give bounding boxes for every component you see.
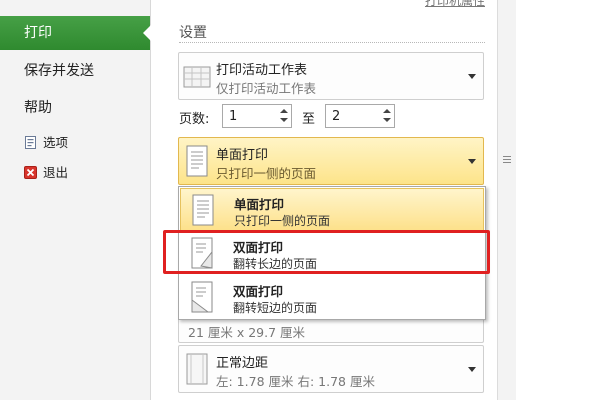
sidebar-item-options[interactable]: 选项 (24, 133, 68, 153)
sidebar-item-label: 保存并发送 (24, 63, 94, 79)
panel-splitter[interactable] (497, 0, 517, 400)
duplex-dropdown[interactable]: 单面打印 只打印一侧的页面 (178, 137, 484, 185)
page-to-stepper[interactable] (325, 104, 395, 128)
settings-heading: 设置 (179, 25, 207, 41)
page-to-input[interactable] (326, 105, 378, 126)
spinner-buttons[interactable] (380, 105, 394, 127)
annotation-highlight-box (163, 230, 490, 274)
option-subtitle: 翻转短边的页面 (233, 301, 318, 315)
spin-down-icon[interactable] (383, 118, 391, 122)
options-label: 选项 (43, 135, 69, 150)
sidebar-item-label: 帮助 (24, 100, 52, 116)
option-subtitle: 只打印一侧的页面 (234, 214, 331, 228)
duplex-title: 单面打印 (216, 148, 269, 163)
margins-subtitle: 左: 1.78 厘米 右: 1.78 厘米 (216, 374, 375, 389)
margins-dropdown[interactable]: 正常边距 左: 1.78 厘米 右: 1.78 厘米 (178, 345, 484, 393)
chevron-down-icon (468, 159, 476, 164)
option-title: 双面打印 (233, 284, 284, 299)
margins-title: 正常边距 (216, 356, 269, 371)
exit-icon (24, 165, 37, 179)
print-scope-dropdown[interactable]: 打印活动工作表 仅打印活动工作表 (178, 52, 484, 100)
chevron-down-icon (468, 74, 476, 79)
paper-size-subtitle: 21 厘米 x 29.7 厘米 (188, 325, 306, 340)
sidebar-item-help[interactable]: 帮助 (0, 91, 150, 125)
spin-up-icon[interactable] (383, 109, 391, 113)
duplex-option-one-sided[interactable]: 单面打印 只打印一侧的页面 (180, 188, 484, 231)
options-icon (24, 135, 37, 149)
margins-icon (186, 353, 208, 385)
duplex-option-short-edge[interactable]: 双面打印 翻转短边的页面 (180, 276, 484, 319)
sidebar-item-save-send[interactable]: 保存并发送 (0, 54, 150, 88)
option-title: 单面打印 (234, 197, 285, 212)
spin-down-icon[interactable] (280, 118, 288, 122)
one-sided-page-icon (186, 145, 208, 177)
pages-label: 页数: (179, 112, 210, 127)
one-sided-page-icon (192, 194, 214, 226)
section-divider (179, 42, 485, 43)
print-scope-title: 打印活动工作表 (216, 63, 308, 78)
printer-properties-link[interactable]: 打印机属性 (425, 0, 485, 9)
page-to-label: 至 (302, 112, 316, 127)
page-from-stepper[interactable] (222, 104, 292, 128)
spinner-buttons[interactable] (277, 105, 291, 127)
worksheet-icon (183, 66, 211, 88)
sidebar-item-label: 打印 (24, 25, 52, 41)
page-from-input[interactable] (223, 105, 275, 126)
sidebar-item-print[interactable]: 打印 (0, 16, 151, 50)
spin-up-icon[interactable] (280, 109, 288, 113)
splitter-grip-icon[interactable] (503, 156, 511, 165)
flip-short-edge-icon (191, 281, 213, 313)
backstage-sidebar: 打印 保存并发送 帮助 选项 退出 (0, 0, 151, 400)
exit-label: 退出 (43, 165, 69, 180)
print-preview-area (516, 0, 603, 400)
print-scope-subtitle: 仅打印活动工作表 (216, 81, 317, 96)
chevron-down-icon (468, 367, 476, 372)
sidebar-item-exit[interactable]: 退出 (24, 163, 68, 183)
duplex-subtitle: 只打印一侧的页面 (216, 166, 317, 181)
print-settings-panel: 打印机属性 设置 打印活动工作表 仅打印活动工作表 页数: 至 单面打 (151, 0, 497, 400)
